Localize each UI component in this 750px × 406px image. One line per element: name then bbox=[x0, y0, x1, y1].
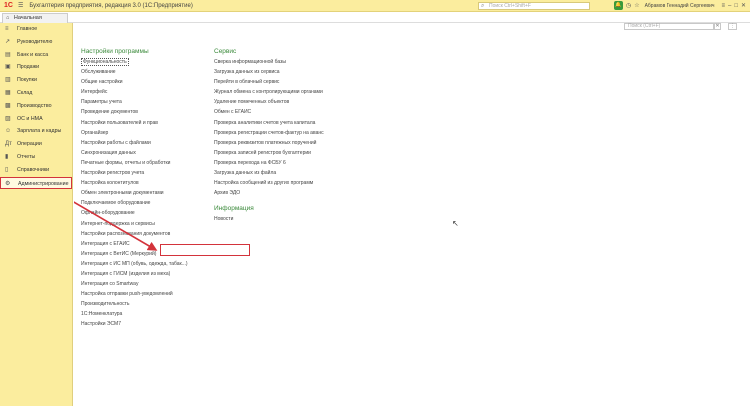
home-icon: ⌂ bbox=[6, 15, 10, 21]
book-icon: ▯ bbox=[5, 166, 9, 173]
history-icon[interactable]: ◷ bbox=[626, 2, 631, 9]
sidebar-item-label: Банк и касса bbox=[17, 51, 49, 58]
favorites-icon[interactable]: ☆ bbox=[634, 2, 639, 9]
sidebar-item-label: Руководителю bbox=[17, 38, 53, 45]
sidebar-item-sales[interactable]: ▣ Продажи bbox=[0, 61, 72, 74]
main-content: Поиск (Ctrl+F) ✕ ⋮ Настройки программы Ф… bbox=[74, 23, 750, 406]
sidebar-item-warehouse[interactable]: ▦ Склад bbox=[0, 87, 72, 100]
sidebar-item-label: Справочники bbox=[17, 166, 50, 173]
sidebar-item-label: Склад bbox=[17, 89, 33, 96]
user-name[interactable]: Абрамов Геннадий Сергеевич bbox=[645, 3, 715, 9]
app-window: 1С ☰ Бухгалтерия предприятия, редакция 3… bbox=[0, 0, 750, 406]
sidebar-item-directories[interactable]: ▯ Справочники bbox=[0, 164, 72, 177]
app-logo: 1С bbox=[4, 2, 13, 9]
sections-sidebar: ≡ Главное ↗ Руководителю ▤ Банк и касса ▣ Пр… bbox=[0, 23, 73, 406]
global-search-input[interactable]: ⌕ Поиск Ctrl+Shift+F bbox=[478, 2, 590, 10]
sidebar-item-manager[interactable]: ↗ Руководителю bbox=[0, 36, 72, 49]
sidebar-item-reports[interactable]: ▮ Отчеты bbox=[0, 151, 72, 164]
tab-home[interactable]: ⌂ Начальная страница bbox=[2, 13, 68, 30]
sidebar-item-operations[interactable]: Дт Операции bbox=[0, 138, 72, 151]
operations-icon: Дт bbox=[5, 141, 12, 148]
sidebar-item-label: Продажи bbox=[17, 64, 40, 71]
sidebar-item-purchases[interactable]: ▥ Покупки bbox=[0, 74, 72, 87]
sidebar-item-label: Операции bbox=[17, 141, 42, 148]
sidebar-item-label: Администрирование bbox=[18, 180, 69, 187]
cart-icon: ▥ bbox=[5, 77, 11, 84]
tab-bar: ⌂ Начальная страница bbox=[0, 12, 750, 30]
sales-icon: ▣ bbox=[5, 64, 11, 71]
sidebar-item-bank[interactable]: ▤ Банк и касса bbox=[0, 49, 72, 62]
maximize-icon[interactable]: □ bbox=[734, 3, 738, 9]
sidebar-item-salary[interactable]: ☺ Зарплата и кадры bbox=[0, 125, 72, 138]
annotation-arrow bbox=[74, 201, 158, 251]
sidebar-item-administration[interactable]: ⚙ Администрирование bbox=[0, 176, 72, 190]
title-bar: 1С ☰ Бухгалтерия предприятия, редакция 3… bbox=[0, 0, 750, 12]
close-icon[interactable]: ✕ bbox=[741, 2, 746, 9]
notifications-icon[interactable]: 🔔 bbox=[613, 1, 623, 10]
sidebar-item-label: Покупки bbox=[17, 77, 37, 84]
sidebar-item-label: Производство bbox=[17, 102, 52, 109]
chart-icon: ↗ bbox=[5, 38, 11, 45]
sidebar-item-label: Зарплата и кадры bbox=[17, 128, 62, 135]
window-title: Бухгалтерия предприятия, редакция 3.0 (1… bbox=[29, 2, 193, 9]
title-bar-actions: 🔔 ◷ ☆ Абрамов Геннадий Сергеевич ≡ – □ ✕ bbox=[613, 1, 746, 10]
sidebar-item-label: Отчеты bbox=[17, 153, 36, 160]
menu-icon[interactable]: ☰ bbox=[18, 2, 23, 9]
minimize-icon[interactable]: – bbox=[728, 3, 731, 9]
sidebar-item-label: ОС и НМА bbox=[17, 115, 43, 122]
global-search-placeholder: Поиск Ctrl+Shift+F bbox=[489, 3, 531, 9]
reports-icon: ▮ bbox=[5, 153, 9, 160]
search-icon: ⌕ bbox=[481, 3, 485, 9]
mouse-cursor-icon: ↖ bbox=[452, 219, 459, 228]
factory-icon: ▩ bbox=[5, 102, 11, 109]
sidebar-item-main[interactable]: ≡ Главное bbox=[0, 23, 72, 36]
person-icon: ☺ bbox=[5, 128, 12, 135]
assets-icon: ▨ bbox=[5, 115, 11, 122]
main-icon: ≡ bbox=[5, 26, 9, 32]
gear-icon: ⚙ bbox=[5, 180, 11, 187]
sidebar-item-label: Главное bbox=[17, 26, 38, 32]
settings-icon[interactable]: ≡ bbox=[721, 3, 725, 9]
warehouse-icon: ▦ bbox=[5, 89, 11, 96]
sidebar-item-production[interactable]: ▩ Производство bbox=[0, 100, 72, 113]
bank-icon: ▤ bbox=[5, 51, 11, 58]
sidebar-item-assets[interactable]: ▨ ОС и НМА bbox=[0, 113, 72, 126]
